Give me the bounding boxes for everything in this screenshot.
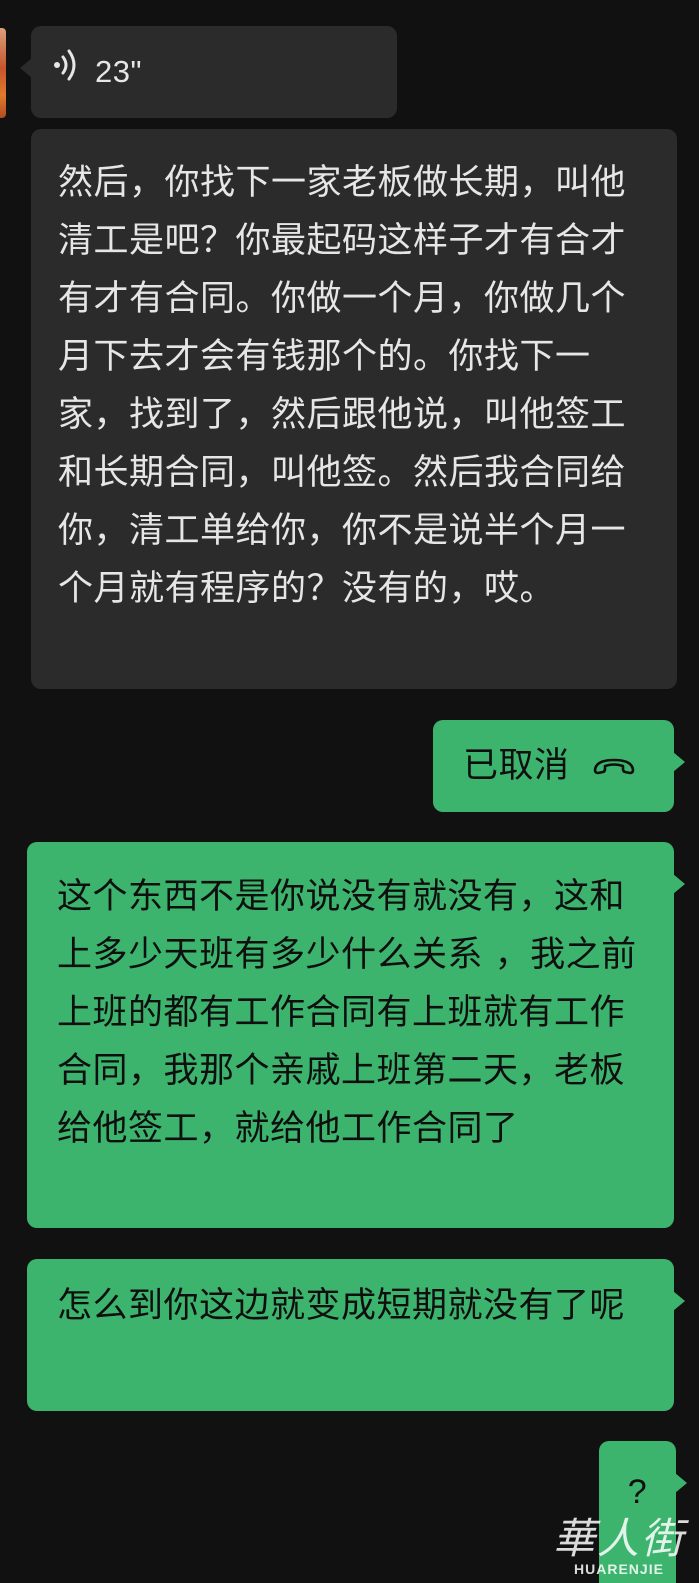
voice-wave-icon: [53, 43, 79, 101]
message-bubble[interactable]: 这个东西不是你说没有就没有，这和上多少天班有多少什么关系 ，我之前上班的都有工作…: [27, 842, 685, 1228]
voice-message-bubble[interactable]: 23": [20, 26, 397, 118]
phone-hangup-icon: [592, 737, 636, 795]
watermark-logo: 華人街: [552, 1514, 685, 1563]
message-bubble[interactable]: 怎么到你这边就变成短期就没有了呢: [27, 1259, 685, 1411]
call-status-bubble[interactable]: 已取消: [433, 720, 685, 812]
chat-thread: 23" 然后，你找下一家老板做长期，叫他清工是吧？你最起码这样子才有合才有才有合…: [0, 0, 699, 1583]
voice-transcript-bubble: 然后，你找下一家老板做长期，叫他清工是吧？你最起码这样子才有合才有才有合同。你做…: [31, 129, 677, 689]
message-text: 这个东西不是你说没有就没有，这和上多少天班有多少什么关系 ，我之前上班的都有工作…: [57, 877, 637, 1149]
message-text: ?: [627, 1473, 648, 1511]
message-text: 怎么到你这边就变成短期就没有了呢: [57, 1286, 626, 1326]
voice-duration: 23": [95, 54, 142, 89]
call-status-label: 已取消: [463, 746, 570, 786]
contact-avatar[interactable]: [0, 28, 6, 118]
watermark-subtitle: HUARENJIE: [574, 1561, 664, 1577]
watermark: 華人街 HUARENJIE: [552, 1514, 685, 1578]
voice-transcript-text: 然后，你找下一家老板做长期，叫他清工是吧？你最起码这样子才有合才有才有合同。你做…: [58, 163, 627, 609]
